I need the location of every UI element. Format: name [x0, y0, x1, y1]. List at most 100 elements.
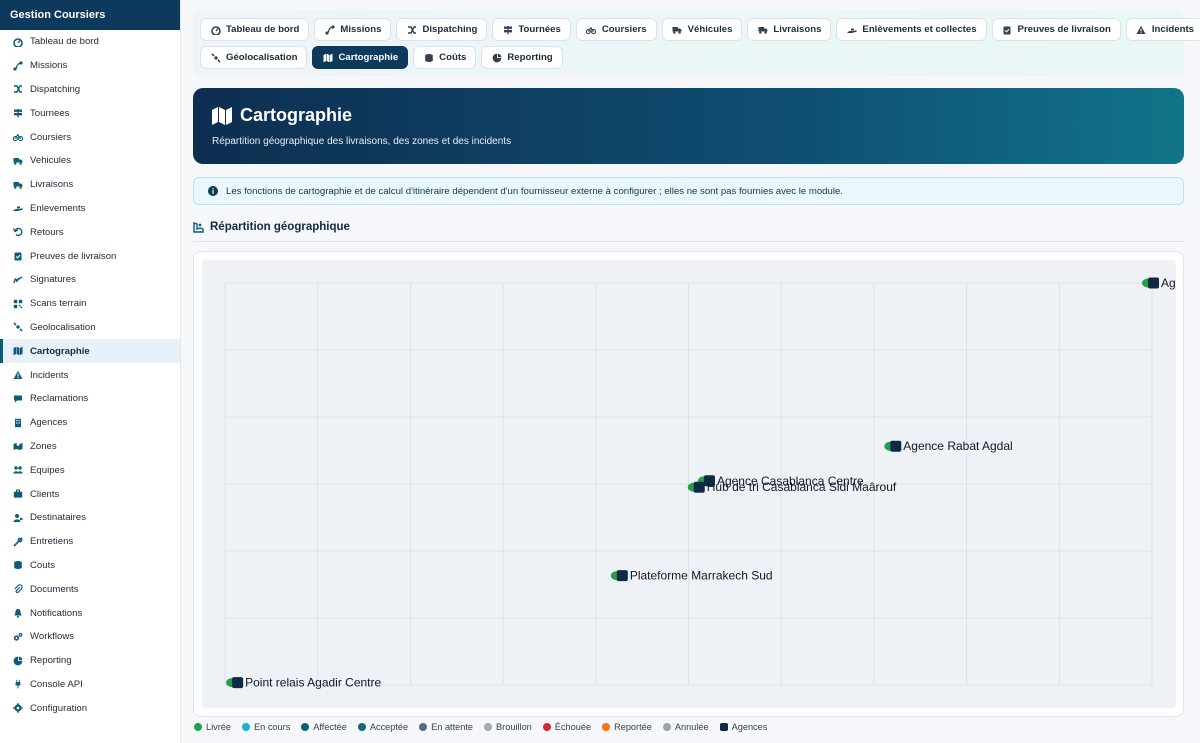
coins-icon — [12, 559, 24, 571]
legend-swatch — [242, 723, 251, 731]
sidebar-item-dispatching[interactable]: Dispatching — [0, 78, 180, 102]
sidebar-item-label: Cartographie — [30, 345, 90, 357]
tab-label: Missions — [340, 24, 382, 35]
sidebar-item-couts[interactable]: Couts — [0, 554, 180, 578]
sidebar-item-vehicules[interactable]: Vehicules — [0, 149, 180, 173]
sidebar-item-label: Couts — [30, 559, 56, 571]
sidebar-item-cartographie[interactable]: Cartographie — [0, 339, 180, 364]
tab-label: Livraisons — [773, 24, 822, 35]
map-point[interactable]: Plateforme Marrakech Sud — [610, 569, 773, 583]
sidebar-item-equipes[interactable]: Equipes — [0, 458, 180, 482]
page-subtitle: Répartition géographique des livraisons,… — [212, 136, 512, 147]
sidebar-item-scans-terrain[interactable]: Scans terrain — [0, 292, 180, 316]
sidebar-item-label: Workflows — [30, 631, 75, 643]
sidebar-item-label: Signatures — [30, 274, 76, 286]
map-point-label: Point relais Agadir Centre — [245, 676, 381, 690]
dashboard-icon — [210, 24, 221, 35]
legend-item-en-attente: En attente — [419, 722, 473, 732]
building-icon — [12, 417, 24, 429]
sidebar-item-label: Zones — [30, 440, 57, 452]
map-point[interactable]: Hub de tri Casablanca Sidi Maârouf — [687, 480, 897, 494]
sidebar-item-retours[interactable]: Retours — [0, 220, 180, 244]
tab-cartographie[interactable]: Cartographie — [312, 46, 409, 69]
signs-icon — [12, 107, 24, 119]
sidebar-item-missions[interactable]: Missions — [0, 54, 180, 78]
sidebar-item-console-api[interactable]: Console API — [0, 673, 180, 697]
sidebar-item-reclamations[interactable]: Reclamations — [0, 387, 180, 411]
sidebar-item-label: Entretiens — [30, 536, 74, 548]
map-canvas[interactable]: AgenceAgence Rabat AgdalAgence Casablanc… — [202, 260, 1176, 708]
sidebar-item-incidents[interactable]: Incidents — [0, 363, 180, 387]
tab-missions[interactable]: Missions — [314, 18, 392, 41]
tab-vehicules[interactable]: Véhicules — [661, 18, 743, 41]
sidebar-item-label: Enlevements — [30, 202, 86, 214]
satellite-icon — [12, 321, 24, 333]
legend-swatch — [419, 723, 428, 731]
sidebar-item-preuves-de-livraison[interactable]: Preuves de livraison — [0, 244, 180, 268]
legend-label: Reportée — [614, 722, 652, 732]
legend-item-echouee: Échouée — [542, 722, 592, 732]
tab-label: Cartographie — [338, 52, 399, 63]
users-icon — [12, 464, 24, 476]
chart-pie-icon — [491, 52, 502, 63]
tab-label: Tournées — [518, 24, 561, 35]
map-plot: AgenceAgence Rabat AgdalAgence Casablanc… — [224, 276, 1176, 690]
agency-marker — [693, 481, 705, 493]
sidebar: Gestion Coursiers Tableau de bord Mission… — [0, 0, 181, 743]
map-point[interactable]: Agence — [1142, 276, 1176, 290]
sidebar-item-workflows[interactable]: Workflows — [0, 625, 180, 649]
sidebar-item-tournees[interactable]: Tournees — [0, 101, 180, 125]
sidebar-item-clients[interactable]: Clients — [0, 482, 180, 506]
sidebar-item-label: Notifications — [30, 607, 83, 619]
legend-label: Brouillon — [496, 722, 532, 732]
bell-icon — [12, 607, 24, 619]
tab-tournees[interactable]: Tournées — [492, 18, 571, 41]
tab-coursiers[interactable]: Coursiers — [575, 18, 657, 41]
plug-icon — [12, 678, 24, 690]
tab-couts[interactable]: Coûts — [413, 46, 477, 69]
chart-pie-icon — [12, 655, 24, 667]
hand-box-icon — [12, 202, 24, 214]
tab-livraisons[interactable]: Livraisons — [747, 18, 832, 41]
sidebar-item-signatures[interactable]: Signatures — [0, 268, 180, 292]
tab-incidents[interactable]: Incidents — [1125, 18, 1200, 41]
info-circle-icon — [208, 186, 218, 196]
sidebar-item-enlevements[interactable]: Enlevements — [0, 197, 180, 221]
sidebar-item-destinataires[interactable]: Destinataires — [0, 506, 180, 530]
sidebar-item-geolocalisation[interactable]: Geolocalisation — [0, 316, 180, 340]
sidebar-item-documents[interactable]: Documents — [0, 577, 180, 601]
sidebar-item-label: Retours — [30, 226, 64, 238]
sidebar-item-reporting[interactable]: Reporting — [0, 649, 180, 673]
legend-label: Échouée — [554, 722, 592, 732]
route-icon — [12, 60, 24, 72]
comment-icon — [12, 393, 24, 405]
sidebar-item-agences[interactable]: Agences — [0, 411, 180, 435]
tab-dispatching[interactable]: Dispatching — [396, 18, 488, 41]
sidebar-item-notifications[interactable]: Notifications — [0, 601, 180, 625]
tab-preuves-de-livraison[interactable]: Preuves de livraison — [991, 18, 1121, 41]
legend-swatch — [719, 723, 728, 731]
tab-geolocalisation[interactable]: Géolocalisation — [200, 46, 308, 69]
tab-row: Tableau de bord Missions Dispatching Tourné… — [200, 18, 1200, 41]
sidebar-item-label: Destinataires — [30, 512, 86, 524]
sidebar-item-entretiens[interactable]: Entretiens — [0, 530, 180, 554]
tab-tableau-de-bord[interactable]: Tableau de bord — [200, 18, 310, 41]
sidebar-item-label: Dispatching — [30, 83, 81, 95]
sidebar-item-label: Tournees — [30, 107, 70, 119]
tab-enlevements-et-collectes[interactable]: Enlèvements et collectes — [836, 18, 987, 41]
paperclip-icon — [12, 583, 24, 595]
sidebar-item-coursiers[interactable]: Coursiers — [0, 125, 180, 149]
map-point[interactable]: Agence Rabat Agdal — [884, 439, 1013, 453]
sidebar-item-label: Reporting — [30, 655, 72, 667]
user-tag-icon — [12, 512, 24, 524]
sidebar-item-livraisons[interactable]: Livraisons — [0, 173, 180, 197]
hand-box-icon — [846, 24, 857, 35]
sidebar-item-label: Clients — [30, 488, 60, 500]
bicycle-icon — [586, 24, 597, 35]
tab-reporting[interactable]: Reporting — [481, 46, 563, 69]
map-point[interactable]: Point relais Agadir Centre — [226, 676, 382, 690]
sidebar-item-zones[interactable]: Zones — [0, 435, 180, 459]
map-point-label: Plateforme Marrakech Sud — [630, 569, 773, 583]
sidebar-item-configuration[interactable]: Configuration — [0, 696, 180, 720]
sidebar-item-tableau-de-bord[interactable]: Tableau de bord — [0, 30, 180, 54]
